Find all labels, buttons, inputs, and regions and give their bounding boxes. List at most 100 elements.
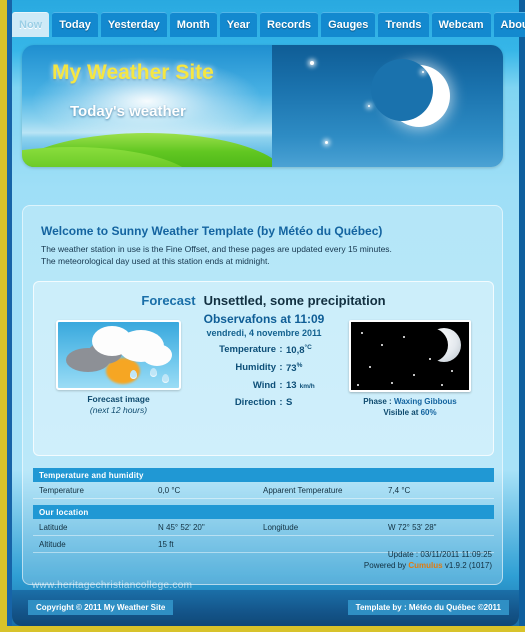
welcome-line-1: The weather station in use is the Fine O… [41, 244, 392, 254]
moon-phase-caption: Phase : Waxing Gibbous [349, 397, 471, 406]
star-icon [325, 141, 329, 144]
observation-unit: km/h [299, 383, 315, 391]
observation-value: 13 km/h [286, 380, 344, 391]
moon-phase-image [349, 320, 471, 392]
rain-drop-icon [150, 368, 157, 377]
nav-tab-year[interactable]: Year [219, 12, 258, 37]
table-cell: W 72° 53' 28" [388, 522, 437, 532]
observation-number: 13 [286, 380, 297, 392]
nav-tab-webcam[interactable]: Webcam [431, 12, 491, 37]
nav-tab-month[interactable]: Month [169, 12, 217, 37]
cumulus-link[interactable]: Cumulus [408, 561, 442, 570]
nav-tab-gauges[interactable]: Gauges [321, 12, 376, 37]
table-cell: Longitude [263, 522, 299, 532]
table-row: Latitude N 45° 52' 20" Longitude W 72° 53' … [33, 519, 494, 536]
observations-title: Observafons at 11:09 [203, 312, 325, 326]
star-icon [451, 370, 453, 372]
star-icon [413, 374, 415, 376]
star-icon [310, 61, 315, 65]
forecast-image-caption: Forecast image [87, 394, 150, 404]
star-icon [429, 358, 431, 360]
observation-row: Direction: S [184, 397, 344, 408]
left-blue-stripe [7, 0, 12, 632]
observation-unit: °C [304, 344, 312, 351]
observation-key: Humidity [235, 362, 276, 374]
observations-rows: Temperature:10,8°C Humidity:73% Wind:13 km/… [184, 344, 344, 408]
section-header: Temperature and humidity [33, 468, 494, 482]
table-cell: 7,4 °C [388, 485, 411, 495]
observation-colon: : [279, 397, 283, 409]
weather-site-page: Now Today Yesterday Month Year Records Gauges T… [0, 0, 525, 632]
nav-tab-records[interactable]: Records [260, 12, 319, 37]
main-navigation: Now Today Yesterday Month Year Records Gauges T… [12, 12, 525, 37]
table-cell: N 45° 52' 20" [158, 522, 205, 532]
site-banner: My Weather Site Today's weather [22, 45, 503, 167]
observations-block: Observafons at 11:09 vendredi, 4 novembr… [184, 312, 344, 408]
data-section: Our location Latitude N 45° 52' 20" Longitu… [33, 505, 494, 553]
footer-template-credit: Template by : Météo du Québec ©2011 [347, 600, 509, 615]
right-edge-stripe [519, 0, 525, 632]
moon-visible-label: Visible at [383, 408, 419, 417]
white-cloud-icon [142, 344, 172, 366]
observation-row: Wind:13 km/h [184, 380, 344, 391]
table-cell: Altitude [39, 539, 66, 549]
observation-unit: % [296, 362, 303, 370]
observation-value: 73% [286, 362, 344, 374]
moon-visible-value: 60% [420, 408, 437, 417]
welcome-line-2: The meteorological day used at this stat… [41, 256, 270, 266]
observations-date: vendredi, 4 novembre 2011 [206, 328, 322, 338]
forecast-value: Unsettled, some precipitation [203, 293, 386, 308]
gibbous-moon-icon [414, 328, 461, 362]
powered-by-status: Powered by Cumulus v1.9.2 (1017) [364, 561, 492, 570]
observation-value: 10,8°C [286, 344, 344, 356]
observation-value: S [286, 397, 344, 408]
rain-drop-icon [130, 370, 137, 379]
star-icon [357, 384, 359, 386]
content-card: Welcome to Sunny Weather Template (by Mé… [22, 205, 503, 585]
data-section: Temperature and humidity Temperature 0,0 °… [33, 468, 494, 499]
nav-tab-now[interactable]: Now [12, 12, 50, 37]
observation-key: Direction [234, 397, 276, 409]
observation-key: Temperature [219, 344, 276, 355]
page-footer: Copyright © 2011 My Weather Site Templat… [12, 590, 519, 626]
powered-by-prefix: Powered by [363, 561, 409, 570]
table-cell: Latitude [39, 522, 68, 532]
left-yellow-stripe [0, 0, 7, 632]
star-icon [381, 344, 383, 346]
footer-copyright: Copyright © 2011 My Weather Site [28, 600, 174, 615]
nav-tab-yesterday[interactable]: Yesterday [100, 12, 167, 37]
star-icon [441, 384, 443, 386]
forecast-image-subcaption: (next 12 hours) [89, 405, 148, 415]
observation-number: 73 [286, 363, 297, 375]
moon-phase-value: Waxing Gibbous [393, 397, 457, 406]
star-icon [391, 382, 393, 384]
table-cell: Temperature [39, 485, 84, 495]
nav-tab-trends[interactable]: Trends [378, 12, 429, 37]
table-cell: Apparent Temperature [263, 485, 343, 495]
star-icon [361, 332, 363, 334]
forecast-image [56, 320, 181, 390]
observation-number: S [286, 397, 293, 409]
observation-key: Wind [252, 380, 276, 392]
moon-phase-label: Phase : [363, 397, 392, 406]
powered-by-version: v1.9.2 (1017) [442, 561, 492, 570]
table-cell: 15 ft [158, 539, 174, 549]
moon-visible-caption: Visible at 60% [349, 408, 471, 417]
star-icon [368, 105, 371, 107]
nav-tab-about[interactable]: About [493, 12, 525, 37]
observation-colon: : [279, 380, 283, 392]
observation-colon: : [279, 362, 283, 374]
banner-subtitle: Today's weather [70, 103, 186, 120]
bottom-yellow-stripe [0, 626, 525, 632]
forecast-heading: Forecast Unsettled, some precipitation [34, 292, 493, 310]
update-status: Update : 03/11/2011 11:09:25 [387, 550, 492, 559]
forecast-label: Forecast [141, 293, 196, 308]
observation-row: Humidity:73% [184, 362, 344, 374]
table-row: Temperature 0,0 °C Apparent Temperature 7,4… [33, 482, 494, 499]
observation-row: Temperature:10,8°C [184, 344, 344, 356]
crescent-moon-icon [370, 59, 450, 127]
star-icon [403, 336, 405, 338]
observation-colon: : [279, 344, 283, 355]
table-cell: 0,0 °C [158, 485, 181, 495]
nav-tab-today[interactable]: Today [52, 12, 98, 37]
